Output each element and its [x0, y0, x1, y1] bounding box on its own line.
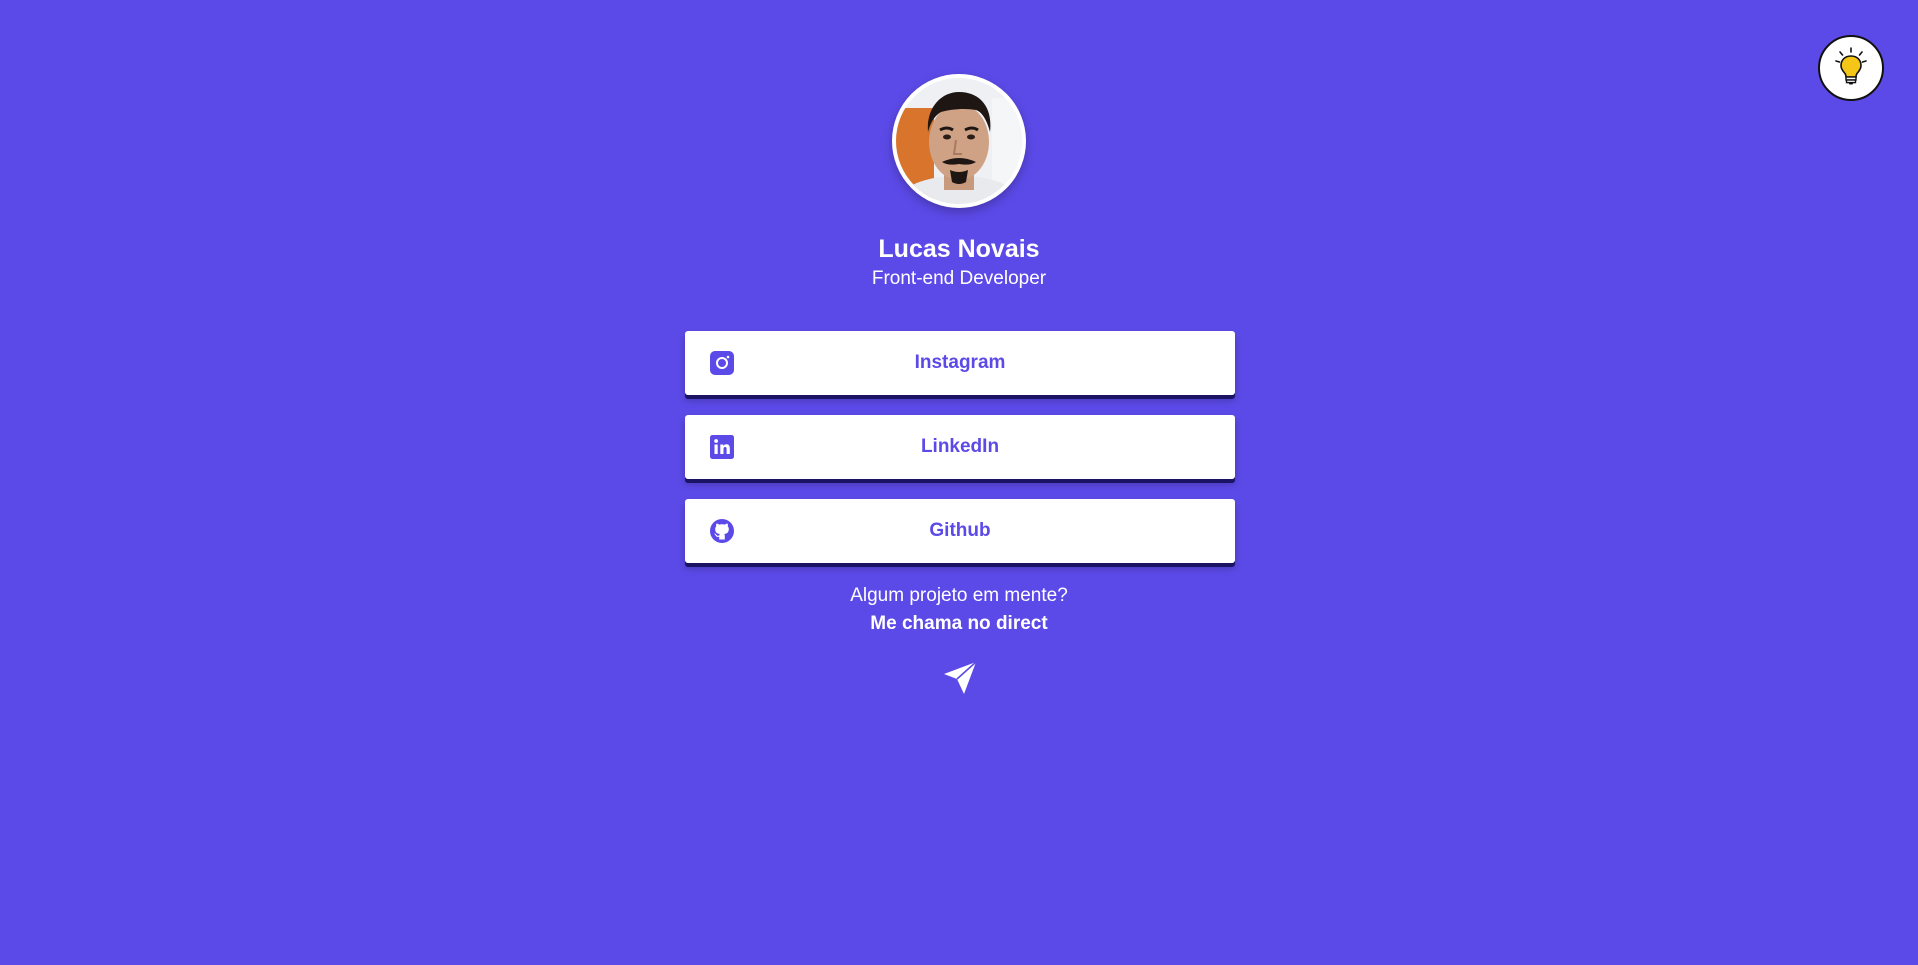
cta-question: Algum projeto em mente?	[850, 585, 1068, 606]
link-label: Instagram	[914, 352, 1006, 373]
links-list: Instagram LinkedIn Github	[685, 331, 1235, 583]
link-label: Github	[929, 520, 991, 541]
profile-role: Front-end Developer	[871, 268, 1047, 289]
avatar	[892, 74, 1026, 208]
github-link-button[interactable]: Github	[685, 499, 1235, 563]
send-direct-button[interactable]	[942, 660, 978, 696]
linkedin-icon	[710, 435, 734, 459]
instagram-icon	[710, 351, 734, 375]
profile-name: Lucas Novais	[878, 235, 1040, 263]
github-icon	[710, 519, 734, 543]
link-label: LinkedIn	[920, 436, 1000, 457]
instagram-link-button[interactable]: Instagram	[685, 331, 1235, 395]
profile-section: Lucas Novais Front-end Developer	[0, 74, 1918, 292]
linkedin-link-button[interactable]: LinkedIn	[685, 415, 1235, 479]
contact-cta: Algum projeto em mente? Me chama no dire…	[0, 582, 1918, 638]
cta-action: Me chama no direct	[870, 613, 1048, 634]
send-icon	[942, 660, 978, 696]
